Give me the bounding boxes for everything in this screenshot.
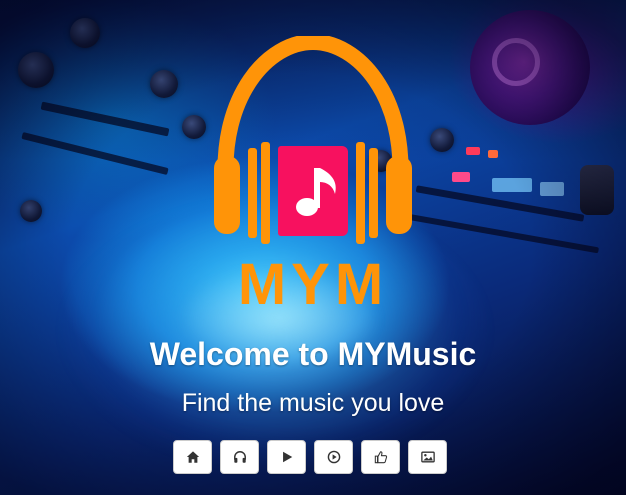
thumbs-up-icon: [374, 451, 387, 464]
like-button[interactable]: [361, 440, 400, 474]
landing-page: MYM Welcome to MYMusic Find the music yo…: [0, 0, 626, 495]
music-book-icon: [278, 146, 348, 236]
play-button[interactable]: [267, 440, 306, 474]
brand-logo-text: MYM: [237, 252, 389, 317]
play-icon: [282, 451, 292, 463]
headphones-button[interactable]: [220, 440, 259, 474]
page-title: Welcome to MYMusic: [149, 336, 477, 372]
page-subtitle: Find the music you love: [181, 389, 445, 417]
play-circle-button[interactable]: [314, 440, 353, 474]
picture-icon: [420, 451, 435, 463]
home-button[interactable]: [173, 440, 212, 474]
home-icon: [186, 451, 199, 463]
nav-button-group: [173, 440, 447, 474]
gallery-button[interactable]: [408, 440, 447, 474]
headphones-icon: [233, 451, 246, 463]
mym-logo: [214, 36, 412, 244]
play-circle-icon: [327, 450, 340, 464]
